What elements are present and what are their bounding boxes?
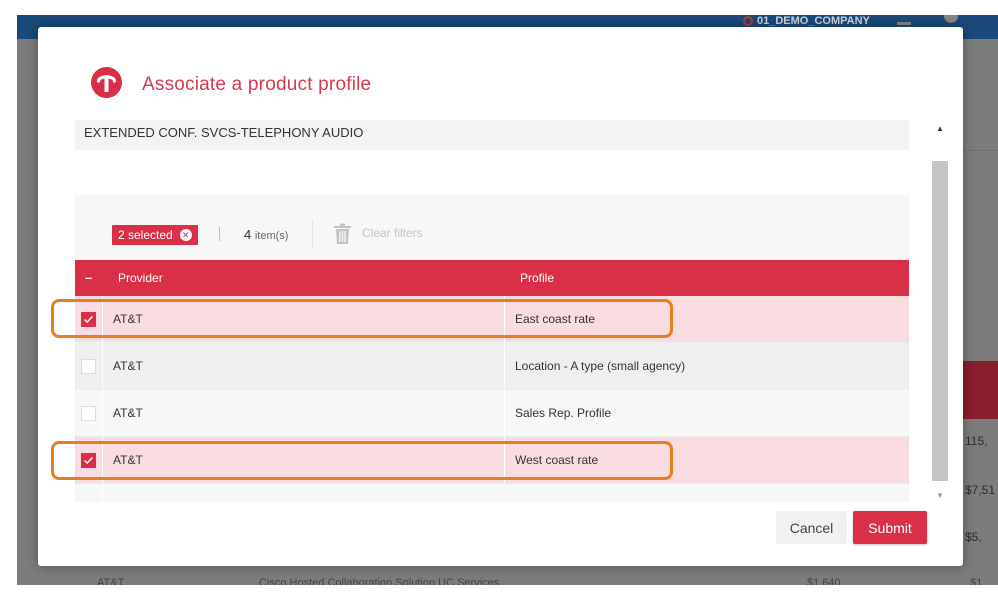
column-header-provider[interactable]: Provider [118, 271, 163, 285]
grid-header: – Provider Profile [75, 260, 909, 296]
background-value: $5, [965, 530, 982, 544]
product-field: EXTENDED CONF. SVCS-TELEPHONY AUDIO [75, 120, 909, 150]
highlight-outline [51, 441, 673, 480]
trash-icon [333, 223, 352, 245]
divider [219, 227, 220, 241]
cancel-button[interactable]: Cancel [776, 511, 847, 544]
scrollbar-thumb[interactable] [932, 161, 948, 481]
table-row[interactable]: AT&T Sales Rep. Profile [75, 390, 909, 437]
divider [312, 219, 313, 247]
background-value: 115, [965, 434, 988, 448]
table-row[interactable]: AT&T Location - A type (small agency) [75, 343, 909, 390]
scrollbar[interactable]: ▲ ▼ [932, 123, 948, 500]
divider [102, 343, 103, 389]
product-name: EXTENDED CONF. SVCS-TELEPHONY AUDIO [84, 125, 364, 140]
item-count: 4 item(s) [244, 227, 288, 242]
divider [102, 484, 103, 502]
item-count-number: 4 [244, 227, 252, 242]
cell-profile: Location - A type (small agency) [515, 359, 686, 373]
divider [504, 390, 505, 436]
company-selector[interactable]: 01_DEMO_COMPANY [743, 15, 870, 27]
background-product: Cisco Hosted Collaboration Solution UC S… [259, 577, 500, 585]
row-checkbox[interactable] [81, 406, 96, 421]
background-table-row: AT&T Cisco Hosted Collaboration Solution… [17, 565, 998, 585]
cell-provider: AT&T [113, 359, 143, 373]
background-price: $1,640 [807, 577, 841, 585]
selected-count-label: 2 selected [118, 228, 173, 242]
column-header-profile[interactable]: Profile [520, 271, 554, 285]
scroll-down-arrow-icon[interactable]: ▼ [935, 490, 945, 500]
cell-provider: AT&T [113, 406, 143, 420]
highlight-outline [51, 299, 673, 338]
clear-selection-icon[interactable]: ✕ [179, 229, 192, 241]
company-name: 01_DEMO_COMPANY [757, 15, 870, 27]
scroll-up-arrow-icon[interactable]: ▲ [935, 123, 945, 133]
background-provider: AT&T [97, 577, 125, 585]
selected-chip[interactable]: 2 selected ✕ [112, 225, 198, 245]
cell-profile: Sales Rep. Profile [515, 406, 612, 420]
grid-footer-space [75, 484, 909, 502]
app-logo-icon [91, 67, 122, 98]
submit-button[interactable]: Submit [853, 511, 927, 544]
row-checkbox[interactable] [81, 359, 96, 374]
cart-icon[interactable] [897, 15, 911, 25]
divider [102, 390, 103, 436]
clear-filters-button[interactable]: Clear filters [362, 226, 423, 240]
associate-profile-modal: Associate a product profile EXTENDED CON… [38, 27, 963, 566]
background-panel [963, 361, 998, 419]
modal-title: Associate a product profile [142, 74, 372, 95]
divider [504, 343, 505, 389]
item-count-label: item(s) [254, 230, 289, 242]
filter-bar: 2 selected ✕ 4 item(s) Clear filters [75, 195, 909, 261]
background-value: $7,51 [965, 483, 996, 497]
deselect-all-icon[interactable]: – [85, 270, 92, 285]
company-icon [743, 16, 753, 26]
divider [963, 150, 998, 151]
background-value: $1 [970, 577, 983, 585]
